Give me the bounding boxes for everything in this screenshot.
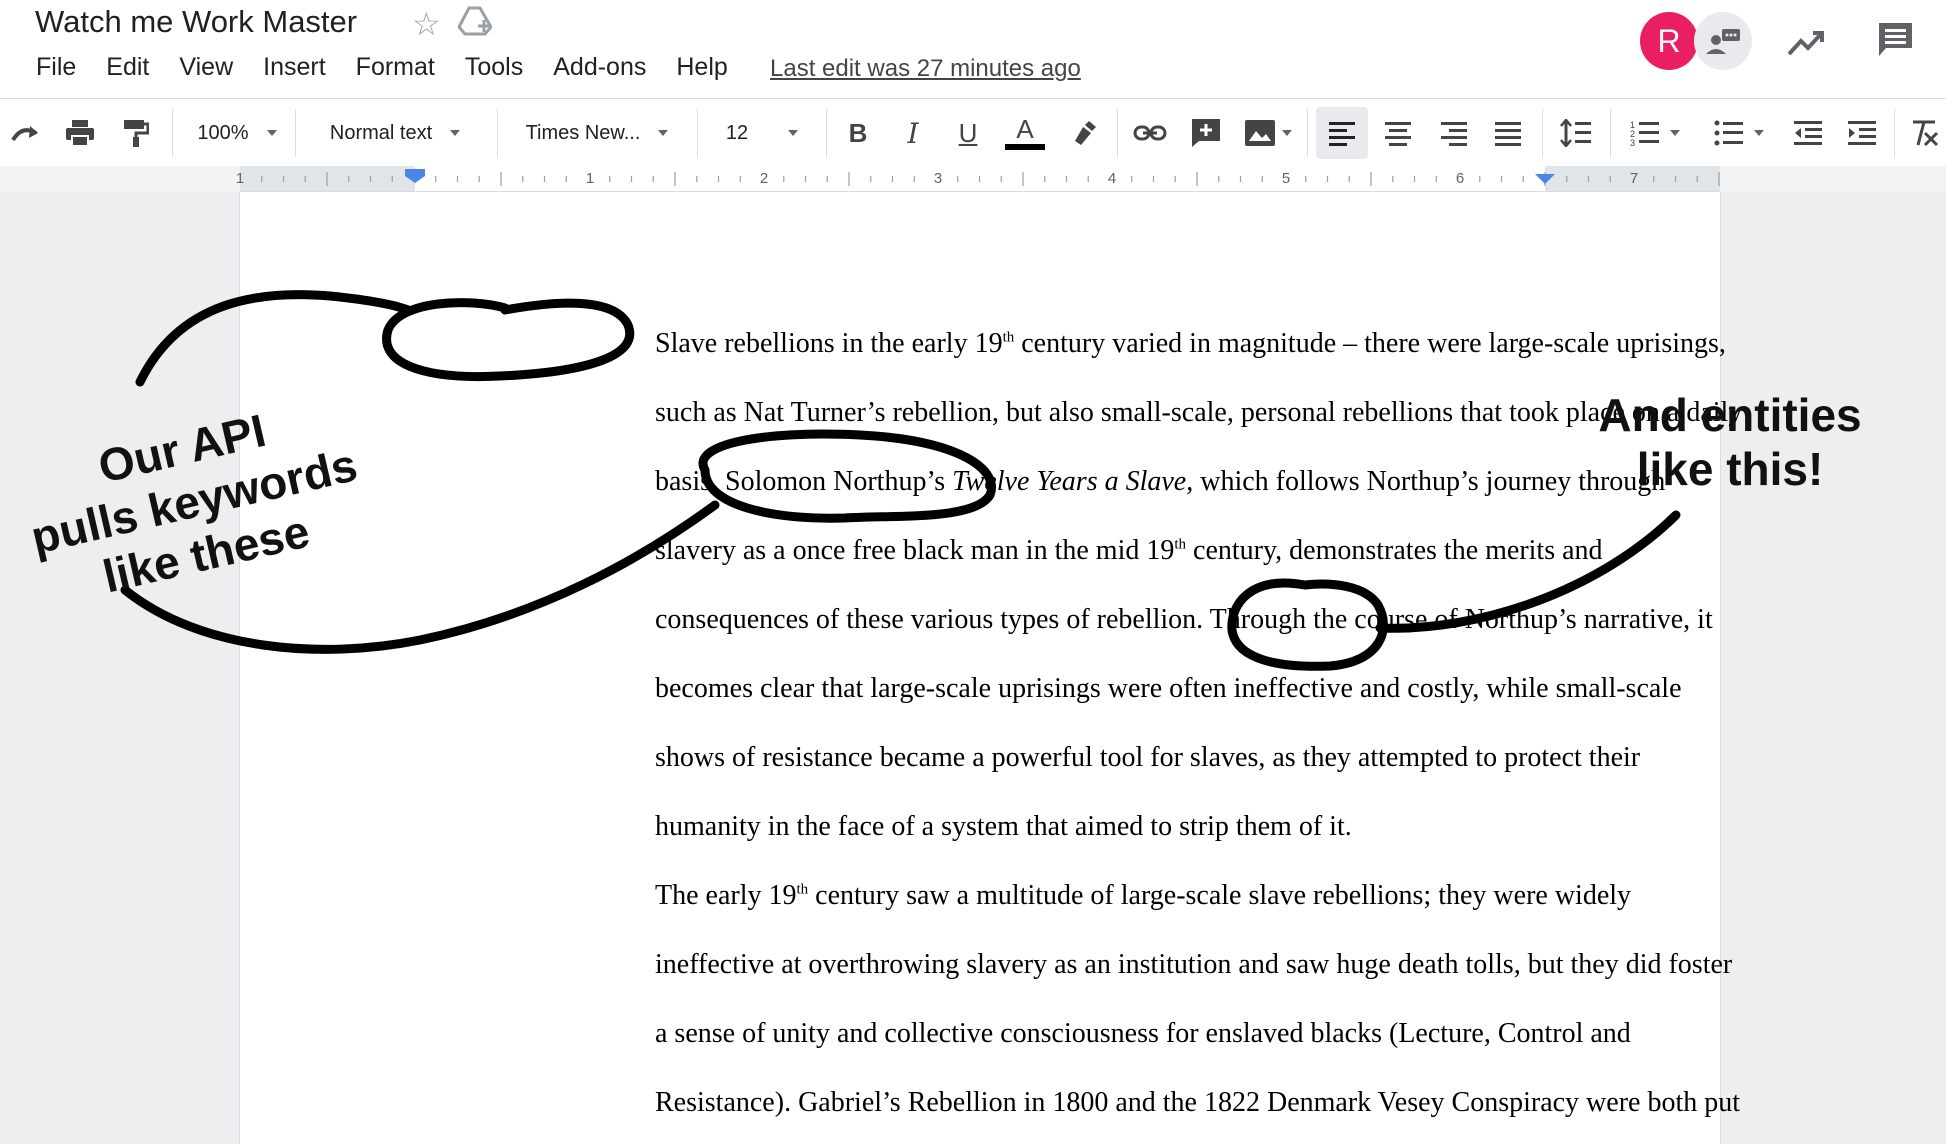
menu-file[interactable]: File (36, 53, 76, 82)
decrease-indent-icon[interactable] (1786, 99, 1830, 167)
paragraph-line: a sense of unity and collective consciou… (655, 1018, 1631, 1049)
bulleted-list-icon[interactable] (1702, 99, 1776, 167)
italic-button[interactable]: I (893, 99, 933, 167)
ruler-number: 1 (236, 170, 244, 187)
chevron-down-icon (1282, 130, 1292, 136)
formatting-toolbar: 100% Normal text Times New... 12 B I U A (0, 98, 1946, 168)
document-page[interactable]: Slave rebellions in the early 19th centu… (240, 192, 1742, 1144)
paragraph-line: humanity in the face of a system that ai… (655, 811, 1352, 842)
bold-button[interactable]: B (838, 99, 878, 167)
chevron-down-icon (266, 130, 277, 136)
paragraph-line: shows of resistance became a powerful to… (655, 742, 1641, 773)
text-color-icon: A (1016, 114, 1034, 144)
document-header: Watch me Work Master ☆ File Edit View In… (0, 0, 1946, 98)
horizontal-ruler[interactable]: 1 1 2 3 4 5 6 7 (0, 166, 1946, 193)
menu-insert[interactable]: Insert (263, 53, 326, 82)
menu-help[interactable]: Help (676, 53, 727, 82)
align-center-icon[interactable] (1374, 99, 1422, 167)
underline-button[interactable]: U (948, 99, 988, 167)
entity-callout: And entities like this! (1598, 389, 1862, 495)
clear-formatting-icon[interactable] (1906, 99, 1942, 167)
text-color-button[interactable]: A (1003, 99, 1047, 167)
image-icon[interactable] (1238, 99, 1298, 167)
font-size-select[interactable]: 12 (707, 99, 817, 167)
font-size-value: 12 (725, 121, 749, 144)
ruler-number: 1 (586, 170, 594, 187)
ruler-number: 4 (1108, 170, 1116, 187)
user-avatar[interactable]: R (1640, 12, 1698, 70)
chevron-down-icon (788, 130, 799, 136)
paragraph-line: consequences of these various types of r… (655, 604, 1713, 635)
link-icon[interactable] (1128, 99, 1172, 167)
bold-icon: B (848, 117, 868, 148)
font-family-value: Times New... (525, 121, 641, 144)
ruler-number: 5 (1282, 170, 1290, 187)
menu-format[interactable]: Format (356, 53, 435, 82)
ruler-number: 6 (1456, 170, 1464, 187)
drive-icon[interactable] (457, 6, 493, 41)
justify-icon[interactable] (1484, 99, 1532, 167)
print-icon[interactable] (60, 99, 100, 167)
increase-indent-icon[interactable] (1840, 99, 1884, 167)
chevron-down-icon (1754, 130, 1764, 136)
ruler-number: 2 (760, 170, 768, 187)
paragraph-line: becomes clear that large-scale uprisings… (655, 673, 1682, 704)
paragraph-line: basis. Solomon Northup’s Twelve Years a … (655, 466, 1666, 497)
chevron-down-icon (450, 130, 461, 136)
menu-addons[interactable]: Add-ons (553, 53, 646, 82)
paint-format-icon[interactable] (116, 99, 156, 167)
svg-text:3: 3 (1630, 138, 1635, 147)
paragraph-style-select[interactable]: Normal text (305, 99, 485, 167)
ruler-number: 7 (1630, 170, 1638, 187)
menu-bar: File Edit View Insert Format Tools Add-o… (36, 53, 758, 82)
collaborator-icon[interactable] (1694, 12, 1752, 70)
add-comment-icon[interactable] (1186, 99, 1226, 167)
chevron-down-icon (658, 130, 669, 136)
italic-icon: I (907, 116, 919, 150)
comments-icon[interactable] (1876, 20, 1916, 65)
star-icon[interactable]: ☆ (412, 5, 441, 43)
menu-view[interactable]: View (179, 53, 233, 82)
paragraph-line: ineffective at overthrowing slavery as a… (655, 949, 1733, 980)
last-edit-link[interactable]: Last edit was 27 minutes ago (770, 55, 1081, 83)
menu-tools[interactable]: Tools (465, 53, 523, 82)
paragraph-line: slavery as a once free black man in the … (655, 535, 1603, 566)
menu-edit[interactable]: Edit (106, 53, 149, 82)
underline-icon: U (958, 117, 978, 148)
numbered-list-icon[interactable]: 123 (1618, 99, 1692, 167)
zoom-value: 100% (197, 121, 249, 144)
align-left-icon[interactable] (1316, 107, 1368, 159)
paragraph-style-value: Normal text (329, 121, 433, 144)
paragraph-line: The early 19th century saw a multitude o… (655, 880, 1632, 911)
highlight-icon[interactable] (1063, 99, 1103, 167)
align-right-icon[interactable] (1430, 99, 1478, 167)
document-title[interactable]: Watch me Work Master (35, 4, 357, 40)
paragraph-line: Slave rebellions in the early 19th centu… (655, 328, 1726, 359)
book-title: Twelve Years a Slave (952, 466, 1187, 497)
font-family-select[interactable]: Times New... (507, 99, 687, 167)
line-spacing-icon[interactable] (1552, 99, 1600, 167)
chevron-down-icon (1670, 130, 1680, 136)
ruler-number: 3 (934, 170, 942, 187)
redo-icon[interactable] (6, 99, 46, 167)
activity-icon[interactable] (1786, 22, 1826, 67)
zoom-select[interactable]: 100% (182, 99, 292, 167)
paragraph-line: Resistance). Gabriel’s Rebellion in 1800… (655, 1087, 1741, 1118)
ruler-ticks: 1 1 2 3 4 5 6 7 (236, 166, 1720, 192)
